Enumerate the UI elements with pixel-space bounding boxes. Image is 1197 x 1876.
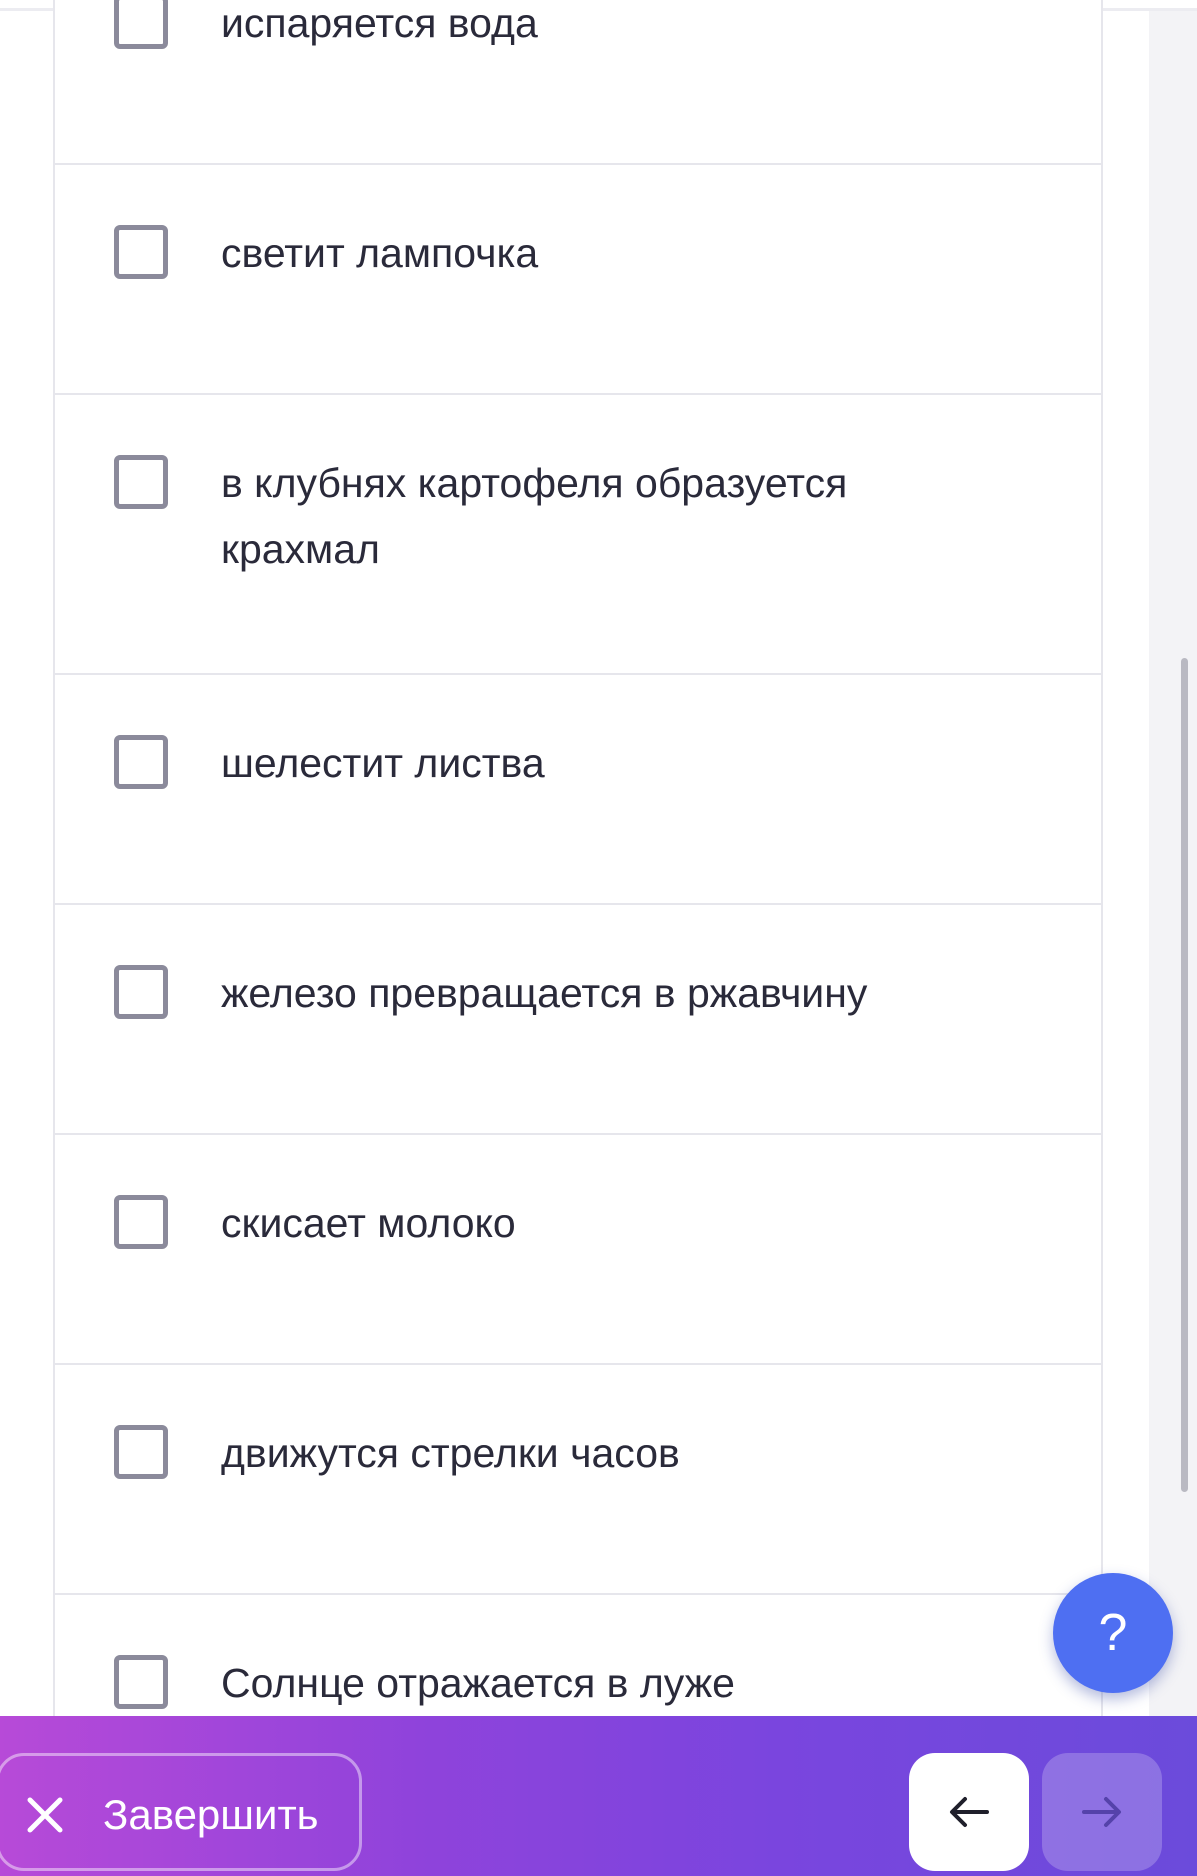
answer-option[interactable]: железо превращается в ржавчину: [55, 905, 1101, 1135]
previous-button[interactable]: [909, 1753, 1029, 1871]
checkbox[interactable]: [114, 1195, 168, 1249]
checkbox[interactable]: [114, 225, 168, 279]
checkbox[interactable]: [114, 455, 168, 509]
answer-option-label: шелестит листва: [221, 740, 545, 786]
answer-option-label: испаряется вода: [221, 0, 538, 46]
answer-option[interactable]: испаряется вода: [55, 0, 1101, 165]
answer-option[interactable]: светит лампочка: [55, 165, 1101, 395]
checkbox[interactable]: [114, 0, 168, 49]
checkbox[interactable]: [114, 965, 168, 1019]
finish-label: Завершить: [103, 1791, 319, 1838]
close-icon: [27, 1797, 63, 1833]
quiz-page: испаряется вода светит лампочка в клубня…: [0, 0, 1197, 1876]
checkbox[interactable]: [114, 735, 168, 789]
answer-option-label: Солнце отражается в луже: [221, 1660, 735, 1706]
answer-option[interactable]: в клубнях картофеля образуется крахмал: [55, 395, 1101, 675]
answer-option-label: в клубнях картофеля образуется крахмал: [221, 460, 848, 572]
bottom-action-bar: Завершить: [0, 1716, 1197, 1876]
answer-option[interactable]: движутся стрелки часов: [55, 1365, 1101, 1595]
right-gutter: [1149, 11, 1197, 1717]
answer-option[interactable]: шелестит листва: [55, 675, 1101, 905]
answer-options-list: испаряется вода светит лампочка в клубня…: [53, 0, 1103, 1825]
answer-option-label: железо превращается в ржавчину: [221, 970, 868, 1016]
answer-option-label: светит лампочка: [221, 230, 539, 276]
answer-option-label: скисает молоко: [221, 1200, 516, 1246]
arrow-right-icon: [1082, 1797, 1121, 1827]
scrollbar-thumb[interactable]: [1181, 658, 1188, 1492]
answer-option-label: движутся стрелки часов: [221, 1430, 680, 1476]
answer-option[interactable]: скисает молоко: [55, 1135, 1101, 1365]
next-button[interactable]: [1042, 1753, 1162, 1871]
checkbox[interactable]: [114, 1655, 168, 1709]
finish-button[interactable]: Завершить: [0, 1753, 362, 1871]
arrow-left-icon: [950, 1797, 989, 1827]
checkbox[interactable]: [114, 1425, 168, 1479]
help-label: ?: [1098, 1604, 1128, 1662]
help-button[interactable]: ?: [1053, 1573, 1173, 1693]
